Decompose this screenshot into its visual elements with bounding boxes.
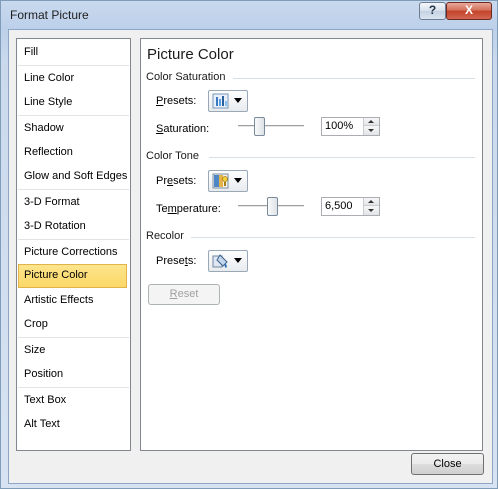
nav-item-crop[interactable]: Crop bbox=[18, 313, 127, 335]
nav-item-glow-soft-edges[interactable]: Glow and Soft Edges bbox=[18, 165, 127, 187]
spin-up-icon[interactable] bbox=[364, 198, 379, 206]
saturation-presets-label: Presets: bbox=[156, 95, 197, 107]
pane-title: Picture Color bbox=[147, 46, 234, 63]
recolor-presets-label: Presets: bbox=[156, 255, 197, 267]
temperature-value[interactable]: 6,500 bbox=[325, 200, 353, 212]
chevron-down-icon bbox=[234, 98, 242, 103]
nav-item-shadow[interactable]: Shadow bbox=[18, 117, 127, 139]
close-button[interactable]: Close bbox=[411, 453, 484, 475]
saturation-spinner[interactable]: 100% bbox=[321, 117, 380, 136]
nav-item-alt-text[interactable]: Alt Text bbox=[18, 413, 127, 435]
saturation-preset-icon bbox=[212, 93, 229, 109]
nav-item-3d-format[interactable]: 3-D Format bbox=[18, 191, 127, 213]
temperature-spin-buttons bbox=[363, 198, 379, 215]
section-divider bbox=[191, 237, 475, 238]
nav-separator bbox=[18, 65, 129, 66]
recolor-preset-icon bbox=[212, 254, 228, 268]
dialog-body: Fill Line Color Line Style Shadow Reflec… bbox=[8, 29, 493, 484]
section-divider bbox=[233, 78, 475, 79]
saturation-presets-dropdown[interactable] bbox=[208, 90, 248, 112]
nav-item-position[interactable]: Position bbox=[18, 363, 127, 385]
spin-down-icon[interactable] bbox=[364, 126, 379, 135]
saturation-slider-track[interactable] bbox=[238, 125, 304, 128]
spin-down-icon[interactable] bbox=[364, 206, 379, 215]
nav-item-size[interactable]: Size bbox=[18, 339, 127, 361]
nav-item-text-box[interactable]: Text Box bbox=[18, 389, 127, 411]
title-bar[interactable]: Format Picture ? X bbox=[1, 1, 497, 29]
chevron-down-icon bbox=[234, 178, 242, 183]
temperature-slider-thumb[interactable] bbox=[267, 197, 278, 216]
nav-item-picture-color[interactable]: Picture Color bbox=[18, 264, 127, 288]
category-list: Fill Line Color Line Style Shadow Reflec… bbox=[16, 38, 131, 451]
section-divider bbox=[209, 157, 475, 158]
nav-item-line-color[interactable]: Line Color bbox=[18, 67, 127, 89]
nav-item-picture-corrections[interactable]: Picture Corrections bbox=[18, 241, 127, 263]
spin-up-icon[interactable] bbox=[364, 118, 379, 126]
color-tone-heading: Color Tone bbox=[146, 150, 199, 162]
nav-separator bbox=[18, 337, 129, 338]
color-tone-preset-icon bbox=[212, 173, 229, 189]
saturation-value[interactable]: 100% bbox=[325, 120, 353, 132]
title-close-button[interactable]: X bbox=[446, 2, 492, 20]
format-picture-dialog: Format Picture ? X Fill Line Color Line … bbox=[0, 0, 498, 489]
nav-item-reflection[interactable]: Reflection bbox=[18, 141, 127, 163]
tone-presets-label: Presets: bbox=[156, 175, 197, 187]
temperature-label: Temperature: bbox=[156, 203, 221, 215]
nav-separator bbox=[18, 189, 129, 190]
nav-item-3d-rotation[interactable]: 3-D Rotation bbox=[18, 215, 127, 237]
temperature-spinner[interactable]: 6,500 bbox=[321, 197, 380, 216]
saturation-label: Saturation: bbox=[156, 123, 210, 135]
nav-item-artistic-effects[interactable]: Artistic Effects bbox=[18, 289, 127, 311]
nav-separator bbox=[18, 387, 129, 388]
nav-item-fill[interactable]: Fill bbox=[18, 41, 127, 63]
saturation-slider-thumb[interactable] bbox=[254, 117, 265, 136]
tone-presets-dropdown[interactable] bbox=[208, 170, 248, 192]
color-saturation-heading: Color Saturation bbox=[146, 71, 226, 83]
recolor-presets-dropdown[interactable] bbox=[208, 250, 248, 272]
dialog-title: Format Picture bbox=[10, 8, 89, 22]
chevron-down-icon bbox=[234, 258, 242, 263]
recolor-heading: Recolor bbox=[146, 230, 184, 242]
nav-item-line-style[interactable]: Line Style bbox=[18, 91, 127, 113]
saturation-spin-buttons bbox=[363, 118, 379, 135]
nav-separator bbox=[18, 115, 129, 116]
nav-separator bbox=[18, 239, 129, 240]
reset-button[interactable]: Reset bbox=[148, 284, 220, 305]
picture-color-pane: Picture Color Color Saturation Presets: … bbox=[140, 38, 483, 451]
help-button[interactable]: ? bbox=[419, 2, 446, 20]
